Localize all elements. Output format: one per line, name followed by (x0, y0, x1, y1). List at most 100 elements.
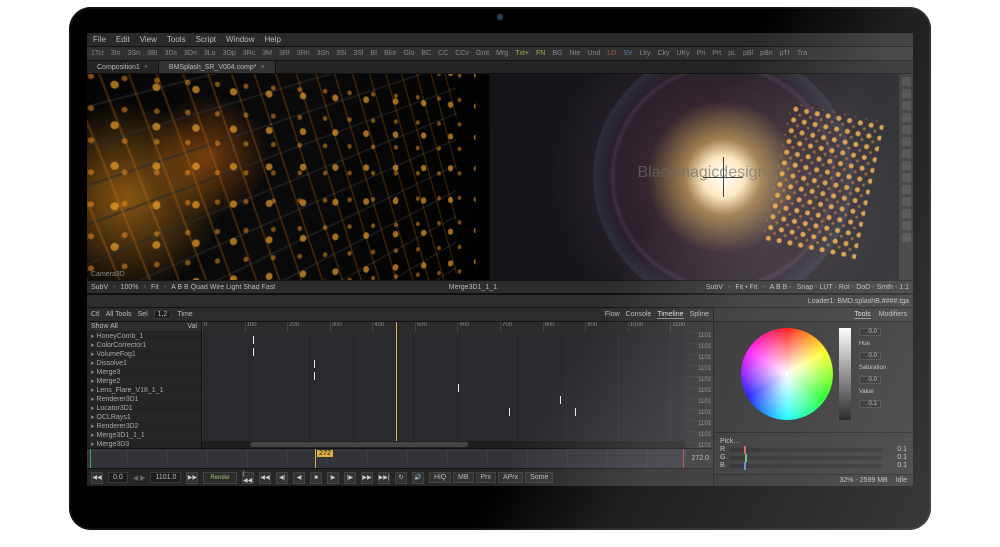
play-button[interactable]: ▶ (327, 472, 339, 484)
chip-some[interactable]: Some (525, 472, 553, 483)
gradient-strip[interactable] (839, 328, 851, 420)
menu-script[interactable]: Script (196, 35, 216, 44)
vt-icon[interactable] (902, 89, 911, 98)
playhead[interactable] (396, 322, 397, 448)
tool-3rc[interactable]: 3Rc (243, 50, 255, 57)
expand-icon[interactable]: ▸ (91, 378, 95, 385)
timebar-ruler[interactable] (87, 449, 687, 468)
fit-button[interactable]: Fit • Fit (735, 284, 757, 291)
expand-icon[interactable]: ▸ (91, 387, 95, 394)
tool-bg[interactable]: BG (552, 50, 562, 57)
tool-cky[interactable]: Cky (657, 50, 669, 57)
layer-item[interactable]: ▸VolumeFog1 (87, 349, 201, 358)
close-icon[interactable]: × (260, 64, 264, 71)
color-wheel[interactable] (741, 328, 833, 420)
audio-button[interactable]: 🔊 (412, 472, 424, 484)
layer-item[interactable]: ▸Merge3 (87, 367, 201, 376)
tool-3lo[interactable]: 3Lo (204, 50, 216, 57)
tool-prt[interactable]: Prt (712, 50, 721, 57)
menu-view[interactable]: View (140, 35, 157, 44)
tool-pl[interactable]: pL (728, 50, 736, 57)
expand-icon[interactable]: ▸ (91, 360, 95, 367)
vt-icon[interactable] (902, 173, 911, 182)
go-first-button[interactable]: |◀◀ (242, 472, 254, 484)
tool-bi[interactable]: BI (370, 50, 377, 57)
layer-item[interactable]: ▸Lens_Flare_V18_1_1 (87, 385, 201, 394)
vbtn-light[interactable]: Light (226, 284, 241, 291)
vt-icon[interactable] (902, 185, 911, 194)
insp-tab-tools[interactable]: Tools (854, 311, 870, 319)
render-button[interactable]: Render (203, 472, 237, 484)
vt-icon[interactable] (902, 77, 911, 86)
vbtn-b[interactable]: B (184, 284, 189, 291)
color-wheel-indicator[interactable] (784, 371, 790, 377)
tool-tra[interactable]: Tra (797, 50, 807, 57)
vt-icon[interactable] (902, 161, 911, 170)
tool-3m[interactable]: 3M (262, 50, 272, 57)
in-point[interactable] (90, 449, 91, 468)
expand-icon[interactable]: ▸ (91, 351, 95, 358)
vbtn-b[interactable]: B (177, 284, 182, 291)
vt-icon[interactable] (902, 149, 911, 158)
time-field[interactable]: 1,2 (154, 310, 172, 319)
panel-tab-timeline[interactable]: Timeline (657, 311, 683, 319)
vt-icon[interactable] (902, 113, 911, 122)
chip-aprx[interactable]: APrx (498, 472, 523, 483)
expand-icon[interactable]: ▸ (91, 369, 95, 376)
vt-icon[interactable] (902, 197, 911, 206)
tool-3rn[interactable]: 3Rn (297, 50, 310, 57)
pick-button[interactable]: Pick… (720, 438, 740, 445)
tool-3ds[interactable]: 3Ds (165, 50, 177, 57)
tool-sv[interactable]: SV (623, 50, 632, 57)
viewer-right[interactable]: Blackmagicdesign (491, 74, 913, 280)
vbtn-shad[interactable]: Shad (243, 284, 259, 291)
fit-button[interactable]: Fit (151, 284, 159, 291)
chip-prx[interactable]: Prx (476, 472, 497, 483)
tool-und[interactable]: Und (587, 50, 600, 57)
go-start-button[interactable]: ◀◀ (91, 472, 103, 484)
out-field[interactable]: 1101.0 (150, 472, 181, 483)
stop-button[interactable]: ■ (310, 472, 322, 484)
go-last-button[interactable]: ▶▶| (378, 472, 390, 484)
tool-glo[interactable]: Glo (404, 50, 415, 57)
prev-frame-button[interactable]: ◀| (276, 472, 288, 484)
layer-item[interactable]: ▸Renderer3D1 (87, 394, 201, 403)
layer-item[interactable]: ▸ColorCorrector1 (87, 340, 201, 349)
top-value[interactable]: 0.0 (859, 328, 881, 336)
timebar-playhead[interactable] (315, 449, 316, 468)
insp-tab-modifiers[interactable]: Modifiers (879, 311, 907, 318)
tool-3dn[interactable]: 3Dn (184, 50, 197, 57)
doc-tab[interactable]: BMSplash_SR_V004.comp*× (159, 61, 276, 74)
layer-item[interactable]: ▸Merge2 (87, 376, 201, 385)
tool-ccv[interactable]: CCv (455, 50, 469, 57)
expand-icon[interactable]: ▸ (91, 414, 95, 421)
b-slider[interactable] (729, 464, 883, 468)
expand-icon[interactable]: ▸ (91, 333, 95, 340)
panel-tab-flow[interactable]: Flow (605, 311, 620, 319)
tool-3rf[interactable]: 3Rf (279, 50, 290, 57)
zoom-value[interactable]: 100% (121, 284, 139, 291)
ctl-button[interactable]: Ctl (91, 311, 100, 318)
tool-ld[interactable]: LD (607, 50, 616, 57)
tool-uky[interactable]: UKy (677, 50, 690, 57)
panel-tab-spline[interactable]: Spline (690, 311, 709, 319)
layer-item[interactable]: ▸Merge3D1_1_1 (87, 430, 201, 439)
next-frame-button[interactable]: |▶ (344, 472, 356, 484)
val-value[interactable]: 0.1 (859, 400, 881, 408)
tool-3in[interactable]: 3In (111, 50, 121, 57)
viewer-left[interactable]: Camera3D (87, 74, 489, 280)
chip-mb[interactable]: MB (453, 472, 474, 483)
tool-nte[interactable]: Nte (569, 50, 580, 57)
vt-icon[interactable] (902, 125, 911, 134)
step-back-button[interactable]: ◀◀ (259, 472, 271, 484)
subview-label[interactable]: SubV (706, 284, 723, 291)
tool-lky[interactable]: Lky (640, 50, 651, 57)
panel-tab-console[interactable]: Console (626, 311, 652, 319)
timeline-canvas[interactable]: 010020030040050060070080090010001100 110… (202, 322, 713, 448)
layer-item[interactable]: ▸OCLRays1 (87, 412, 201, 421)
vbtn-b[interactable]: B (783, 284, 788, 291)
vbtn-a[interactable]: A (171, 284, 175, 291)
tool-fn[interactable]: FN (536, 50, 545, 57)
step-fwd-button[interactable]: ▶▶ (361, 472, 373, 484)
menu-tools[interactable]: Tools (167, 35, 186, 44)
